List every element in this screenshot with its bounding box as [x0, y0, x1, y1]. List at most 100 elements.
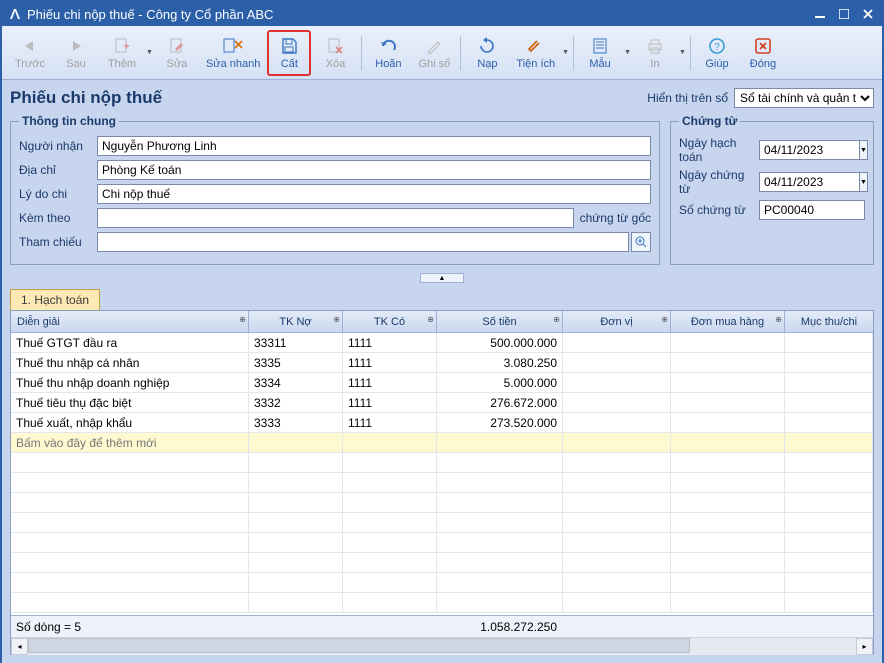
- voucher-date-label: Ngày chứng từ: [679, 168, 759, 196]
- reload-icon: [476, 35, 498, 57]
- attach-input[interactable]: [97, 208, 574, 228]
- general-legend: Thông tin chung: [19, 114, 119, 128]
- prev-button: Trước: [8, 30, 52, 76]
- voucher-date-dropdown[interactable]: ▼: [859, 172, 868, 192]
- pin-icon: ⊕: [553, 315, 560, 324]
- empty-row: [11, 593, 873, 613]
- grid-header: Diễn giải⊕ TK Nợ⊕ TK Có⊕ Số tiền⊕ Đơn vị…: [11, 311, 873, 333]
- new-row[interactable]: Bấm vào đây để thêm mới: [11, 433, 873, 453]
- empty-row: [11, 473, 873, 493]
- pin-icon: ⊕: [775, 315, 782, 324]
- page-title: Phiếu chi nộp thuế: [10, 88, 647, 108]
- scroll-thumb[interactable]: [28, 638, 690, 653]
- pin-icon: ⊕: [333, 315, 340, 324]
- table-row[interactable]: Thuế thu nhập doanh nghiệp333411115.000.…: [11, 373, 873, 393]
- utility-button[interactable]: Tiện ích: [511, 30, 560, 76]
- empty-row: [11, 513, 873, 533]
- edit-icon: [166, 35, 188, 57]
- edit-button: Sửa: [155, 30, 199, 76]
- grid-footer: Số dòng = 5 1.058.272.250: [11, 615, 873, 637]
- reason-label: Lý do chi: [19, 187, 97, 201]
- chevron-down-icon[interactable]: ▼: [624, 49, 631, 56]
- reload-button[interactable]: Nạp: [465, 30, 509, 76]
- quick-edit-button[interactable]: Sửa nhanh: [201, 30, 265, 76]
- col-purchase-order[interactable]: Đơn mua hàng⊕: [671, 311, 785, 332]
- close-window-button[interactable]: [860, 6, 876, 22]
- reference-input[interactable]: [97, 232, 629, 252]
- empty-row: [11, 453, 873, 473]
- wrench-icon: [525, 35, 547, 57]
- template-icon: [589, 35, 611, 57]
- close-icon: [752, 35, 774, 57]
- work-area: Phiếu chi nộp thuế Hiển thị trên sổ Sổ t…: [2, 80, 882, 663]
- close-button[interactable]: Đóng: [741, 30, 785, 76]
- footer-total: 1.058.272.250: [437, 616, 563, 637]
- recipient-input[interactable]: [97, 136, 651, 156]
- undo-icon: [377, 35, 399, 57]
- voucher-no-label: Số chứng từ: [679, 203, 759, 217]
- display-on-select[interactable]: Sổ tài chính và quản trị: [734, 88, 874, 108]
- chevron-down-icon[interactable]: ▼: [562, 49, 569, 56]
- col-amount[interactable]: Số tiền⊕: [437, 311, 563, 332]
- col-description[interactable]: Diễn giải⊕: [11, 311, 249, 332]
- print-button: In: [633, 30, 677, 76]
- delete-button: Xóa: [313, 30, 357, 76]
- table-row[interactable]: Thuế thu nhập cá nhân333511113.080.250: [11, 353, 873, 373]
- voucher-date-input[interactable]: [759, 172, 859, 192]
- post-button: Ghi sổ: [412, 30, 456, 76]
- post-date-input[interactable]: [759, 140, 859, 160]
- col-credit-account[interactable]: TK Có⊕: [343, 311, 437, 332]
- printer-icon: [644, 35, 666, 57]
- window-title: Phiếu chi nộp thuế - Công ty Cổ phần ABC: [27, 7, 812, 22]
- address-label: Địa chỉ: [19, 163, 97, 177]
- save-button[interactable]: Cất: [267, 30, 311, 76]
- post-date-dropdown[interactable]: ▼: [859, 140, 868, 160]
- fieldset-voucher: Chứng từ Ngày hạch toán ▼ Ngày chứng từ …: [670, 114, 874, 265]
- title-bar: Phiếu chi nộp thuế - Công ty Cổ phần ABC: [2, 2, 882, 26]
- horizontal-scrollbar[interactable]: ◂ ▸: [11, 637, 873, 654]
- reference-lookup-button[interactable]: [631, 232, 651, 252]
- voucher-no-input[interactable]: [759, 200, 865, 220]
- help-button[interactable]: ? Giúp: [695, 30, 739, 76]
- undo-button[interactable]: Hoãn: [366, 30, 410, 76]
- template-button[interactable]: Mẫu: [578, 30, 622, 76]
- col-unit[interactable]: Đơn vị⊕: [563, 311, 671, 332]
- pin-icon: ⊕: [239, 315, 246, 324]
- arrow-left-icon: [19, 35, 41, 57]
- minimize-button[interactable]: [812, 6, 828, 22]
- arrow-right-icon: [65, 35, 87, 57]
- scroll-right-button[interactable]: ▸: [856, 638, 873, 655]
- table-row[interactable]: Thuế tiêu thụ đặc biệt33321111276.672.00…: [11, 393, 873, 413]
- help-icon: ?: [706, 35, 728, 57]
- post-date-label: Ngày hạch toán: [679, 136, 759, 164]
- recipient-label: Người nhận: [19, 139, 97, 153]
- quick-edit-icon: [222, 35, 244, 57]
- svg-text:?: ?: [714, 42, 720, 53]
- scroll-left-button[interactable]: ◂: [11, 638, 28, 655]
- add-icon: [111, 35, 133, 57]
- reason-input[interactable]: [97, 184, 651, 204]
- tab-accounting[interactable]: 1. Hạch toán: [10, 289, 100, 310]
- address-input[interactable]: [97, 160, 651, 180]
- pin-icon: ⊕: [427, 315, 434, 324]
- grid-body[interactable]: Thuế GTGT đầu ra333111111500.000.000Thuế…: [11, 333, 873, 615]
- next-button: Sau: [54, 30, 98, 76]
- empty-row: [11, 573, 873, 593]
- footer-row-count: Số dòng = 5: [11, 616, 249, 637]
- empty-row: [11, 533, 873, 553]
- empty-row: [11, 553, 873, 573]
- maximize-button[interactable]: [836, 6, 852, 22]
- attach-label: Kèm theo: [19, 211, 97, 225]
- chevron-down-icon: ▼: [146, 49, 153, 56]
- save-icon: [278, 35, 300, 57]
- grid: Diễn giải⊕ TK Nợ⊕ TK Có⊕ Số tiền⊕ Đơn vị…: [10, 310, 874, 655]
- col-debit-account[interactable]: TK Nợ⊕: [249, 311, 343, 332]
- fieldset-general-info: Thông tin chung Người nhận Địa chỉ Lý do…: [10, 114, 660, 265]
- toolbar: Trước Sau Thêm ▼ Sửa Sửa nhanh Cất Xóa H…: [2, 26, 882, 80]
- col-item[interactable]: Mục thu/chi: [785, 311, 873, 332]
- table-row[interactable]: Thuế xuất, nhập khẩu33331111273.520.000: [11, 413, 873, 433]
- collapse-handle[interactable]: ▲: [420, 273, 464, 283]
- table-row[interactable]: Thuế GTGT đầu ra333111111500.000.000: [11, 333, 873, 353]
- voucher-legend: Chứng từ: [679, 114, 740, 128]
- app-icon: [8, 7, 22, 21]
